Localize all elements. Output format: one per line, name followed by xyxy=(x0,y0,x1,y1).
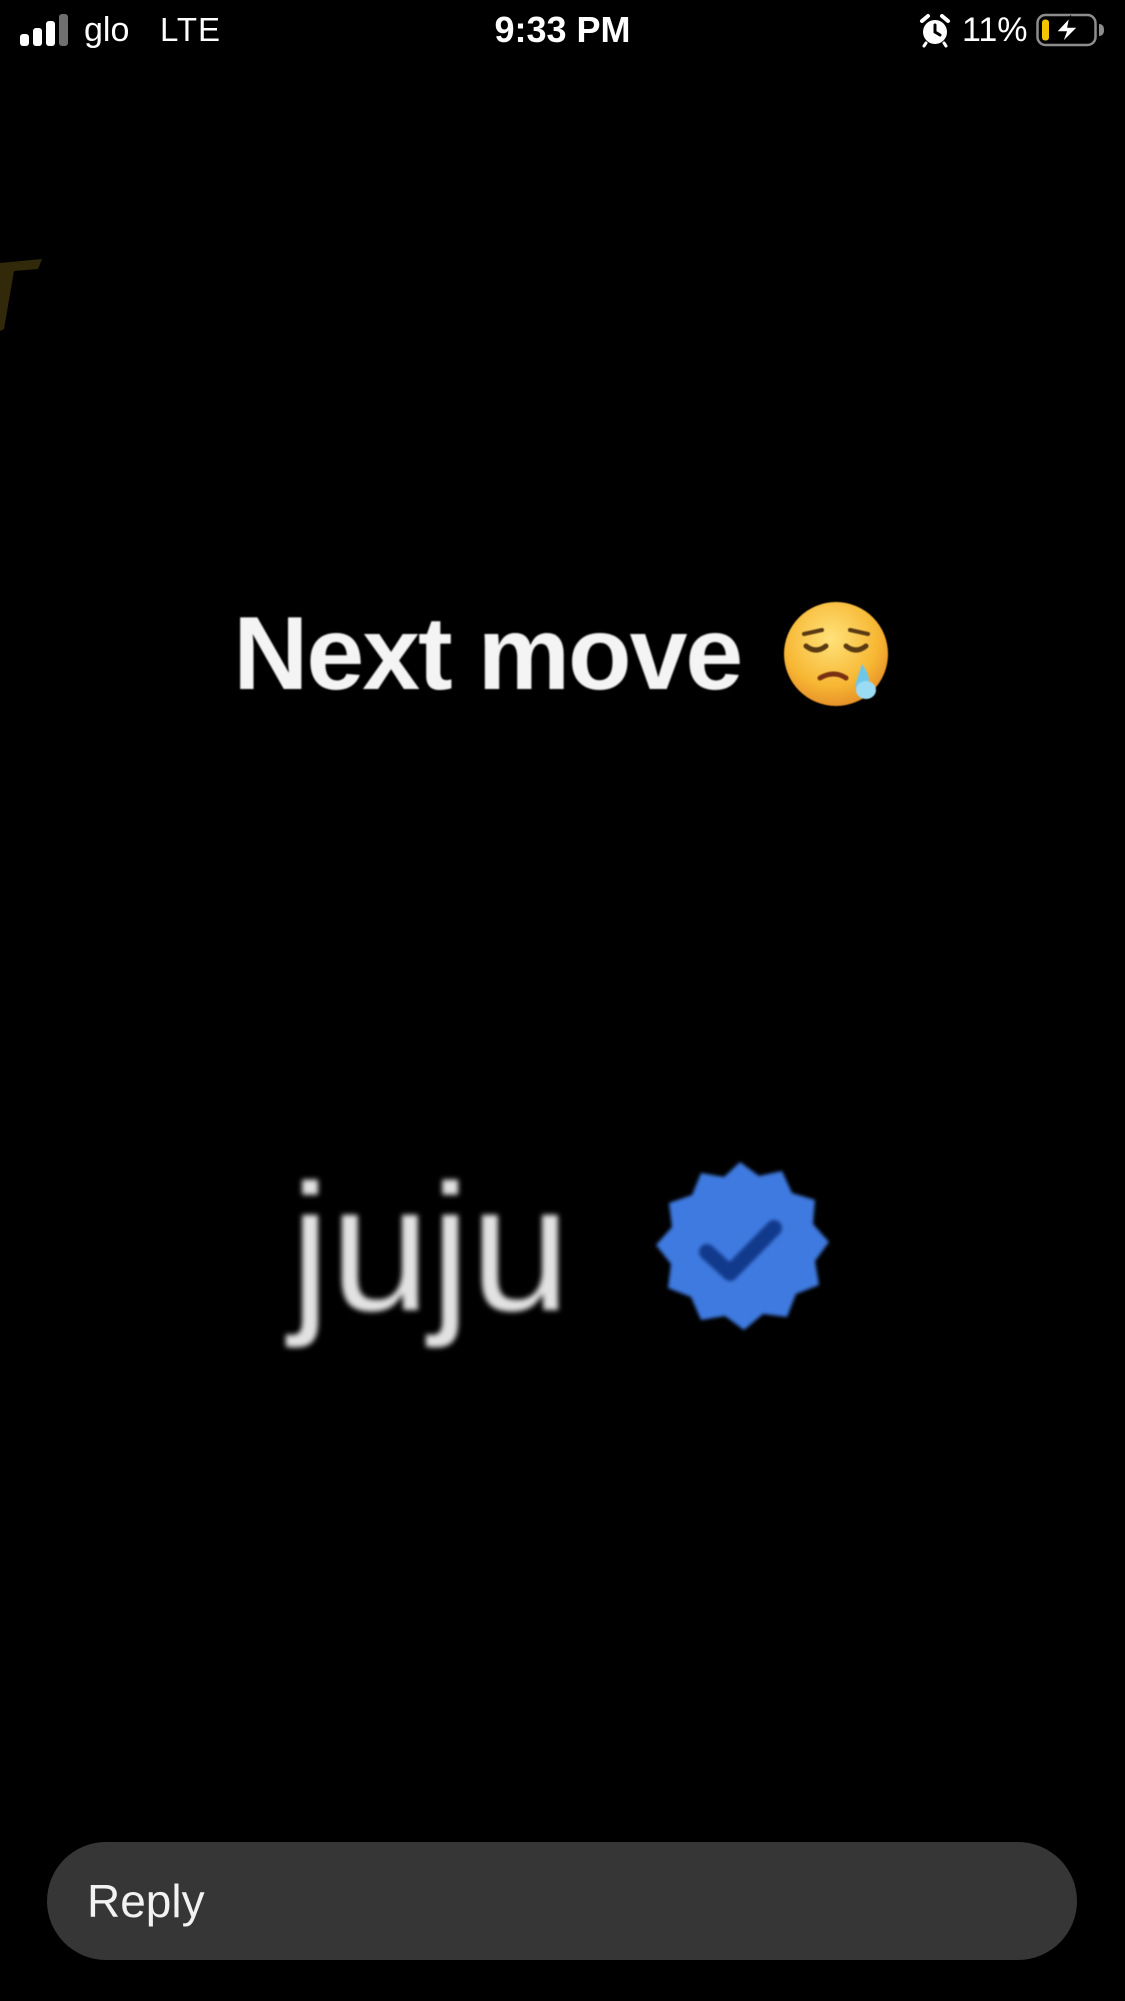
display-name: juju xyxy=(290,1148,571,1349)
reply-input[interactable]: Reply xyxy=(47,1842,1077,1960)
story-image[interactable]: Next move juju xyxy=(0,64,1125,1844)
alarm-icon xyxy=(920,14,950,48)
headline-text: Next move xyxy=(233,596,743,712)
battery-percent: 11% xyxy=(962,11,1028,49)
clock-time: 9:33 PM xyxy=(494,9,631,50)
corner-streak-decoration xyxy=(0,259,42,331)
status-bar: glo LTE 9:33 PM 11% xyxy=(0,0,1125,64)
story-headline: Next move xyxy=(0,594,1125,714)
battery-charging-icon xyxy=(1036,13,1104,47)
sad-relieved-face-emoji xyxy=(783,602,888,706)
story-name-row: juju xyxy=(0,1144,1125,1354)
verified-badge-icon xyxy=(655,1162,829,1330)
reply-placeholder: Reply xyxy=(87,1875,205,1927)
